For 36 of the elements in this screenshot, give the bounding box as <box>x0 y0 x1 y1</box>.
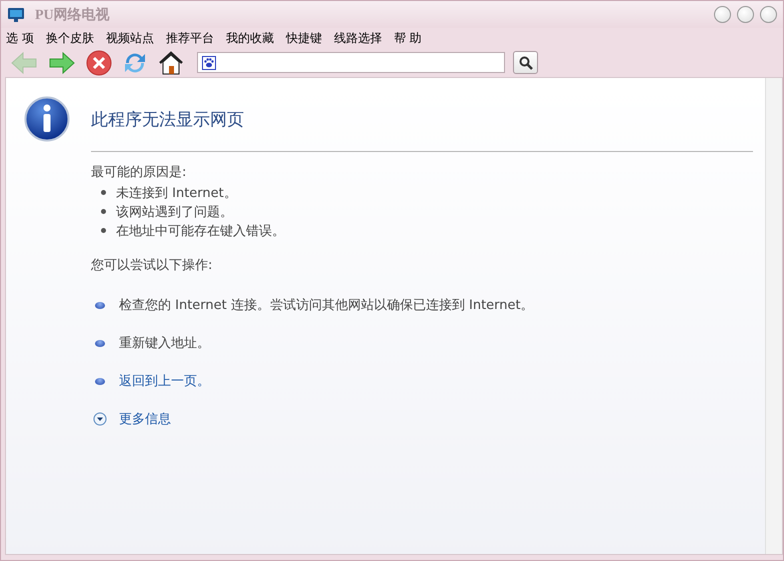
list-item: 在地址中可能存在键入错误。 <box>116 222 285 240</box>
menu-item[interactable]: 推荐平台 <box>164 30 215 46</box>
section-heading: 您可以尝试以下操作: <box>91 257 214 274</box>
suggestion-text: 检查您的 Internet 连接。尝试访问其他网站以确保已连接到 Internet。 <box>119 297 534 314</box>
back-link[interactable]: 返回到上一页。 <box>119 372 210 390</box>
more-info-link[interactable]: 更多信息 <box>119 410 171 428</box>
bullet-icon <box>101 209 106 214</box>
menu-item[interactable]: 换个皮肤 <box>44 30 95 46</box>
tv-icon <box>7 6 25 22</box>
bullet-icon <box>95 378 105 384</box>
minimize-button[interactable] <box>714 6 731 23</box>
bullet-icon <box>95 340 105 346</box>
expand-icon <box>93 412 107 426</box>
menu-item[interactable]: 视频站点 <box>104 30 155 46</box>
bullet-icon <box>95 302 105 308</box>
search-button[interactable] <box>513 51 538 74</box>
menu-item[interactable]: 选 项 <box>5 30 35 46</box>
menu-item[interactable]: 我的收藏 <box>224 30 275 46</box>
window-title: PU网络电视 <box>35 6 110 24</box>
section-heading: 最可能的原因是: <box>91 164 188 181</box>
menu-item[interactable]: 快捷键 <box>284 30 323 46</box>
suggestion-text: 重新键入地址。 <box>119 335 210 352</box>
paw-icon <box>202 56 216 70</box>
list-item: 该网站遇到了问题。 <box>116 204 233 220</box>
menu-item[interactable]: 线路选择 <box>332 30 383 46</box>
bullet-icon <box>101 228 106 233</box>
close-button[interactable] <box>760 6 777 23</box>
bullet-icon <box>101 190 106 195</box>
scrollbar[interactable] <box>765 78 782 554</box>
error-heading: 此程序无法显示网页 <box>91 108 244 130</box>
address-field[interactable] <box>197 52 505 73</box>
menu-item[interactable]: 帮 助 <box>392 30 423 46</box>
maximize-button[interactable] <box>737 6 754 23</box>
list-item: 未连接到 Internet。 <box>116 184 237 202</box>
info-icon <box>24 96 70 142</box>
search-icon <box>518 56 532 70</box>
